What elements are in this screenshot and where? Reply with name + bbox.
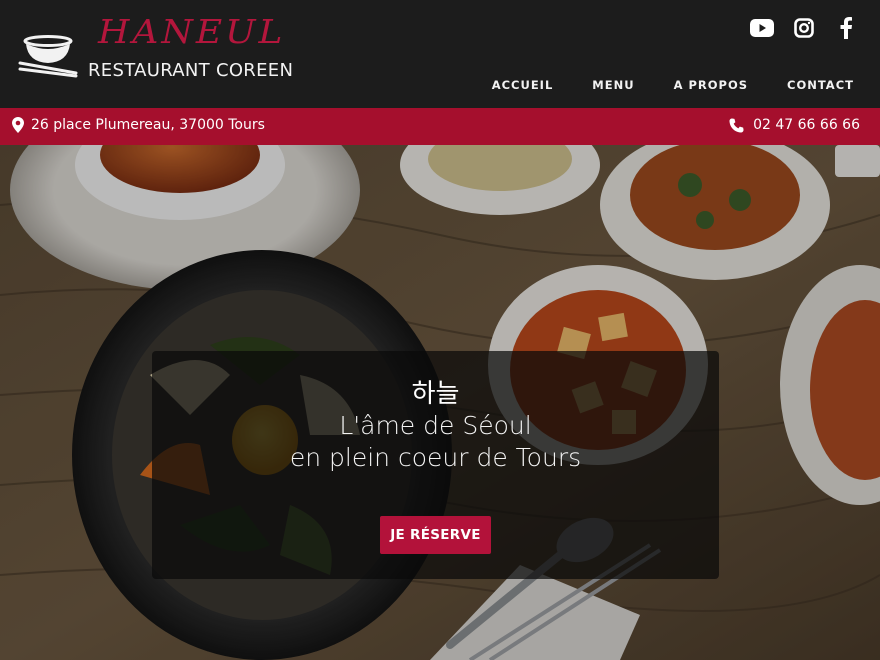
bowl-chopsticks-icon <box>18 35 78 78</box>
instagram-icon[interactable] <box>792 16 816 40</box>
site-header: HANEUL RESTAURANT COREEN ACCUEIL MENU A … <box>0 0 880 108</box>
nav-item-accueil[interactable]: ACCUEIL <box>492 78 554 92</box>
map-pin-icon <box>12 117 24 133</box>
nav-item-menu[interactable]: MENU <box>592 78 634 92</box>
logo[interactable]: HANEUL RESTAURANT COREEN <box>18 14 308 90</box>
reserve-button[interactable]: JE RÉSERVE <box>380 516 491 554</box>
hero-card: 하늘 L'âme de Séoul en plein coeur de Tour… <box>152 351 719 579</box>
info-bar: 26 place Plumereau, 37000 Tours 02 47 66… <box>0 108 880 145</box>
hero-tagline-line-2: en plein coeur de Tours <box>289 443 582 472</box>
nav-item-a-propos[interactable]: A PROPOS <box>674 78 748 92</box>
hero-tagline-line-1: L'âme de Séoul <box>339 411 532 440</box>
nav-item-contact[interactable]: CONTACT <box>787 78 854 92</box>
brand-name: HANEUL <box>98 13 286 52</box>
address-text: 26 place Plumereau, 37000 Tours <box>31 117 265 133</box>
hero-section: 하늘 L'âme de Séoul en plein coeur de Tour… <box>0 145 880 660</box>
phone-icon <box>729 117 744 133</box>
main-nav: ACCUEIL MENU A PROPOS CONTACT <box>492 78 854 92</box>
facebook-icon[interactable] <box>834 16 858 40</box>
social-links <box>750 16 858 40</box>
address: 26 place Plumereau, 37000 Tours <box>12 117 265 133</box>
hero-korean-title: 하늘 <box>411 379 460 409</box>
phone-link[interactable]: 02 47 66 66 66 <box>729 117 860 133</box>
brand-subtitle: RESTAURANT COREEN <box>88 60 294 81</box>
phone-text: 02 47 66 66 66 <box>753 117 860 133</box>
youtube-icon[interactable] <box>750 16 774 40</box>
